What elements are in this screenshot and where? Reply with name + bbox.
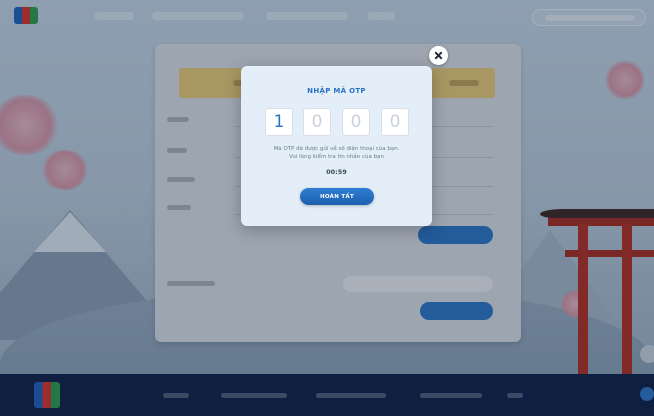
countdown-timer: 00:59 (326, 168, 347, 176)
otp-modal: NHẬP MÃ OTP 1 0 0 0 Mã OTP đã được gửi v… (241, 66, 432, 226)
otp-instructions-line: Vui lòng kiểm tra tin nhắn của bạn (289, 154, 384, 160)
otp-digit-input[interactable]: 0 (342, 108, 370, 136)
otp-digit-input[interactable]: 1 (265, 108, 293, 136)
otp-instructions: Mã OTP đã được gửi về số điện thoại của … (241, 145, 432, 161)
modal-title: NHẬP MÃ OTP (307, 87, 366, 95)
close-icon (434, 51, 443, 60)
close-button[interactable] (429, 46, 448, 65)
otp-digit-input[interactable]: 0 (381, 108, 409, 136)
otp-instructions-line: Mã OTP đã được gửi về số điện thoại của … (273, 146, 400, 152)
otp-digit-input[interactable]: 0 (303, 108, 331, 136)
confirm-button[interactable]: HOÀN TẤT (300, 188, 374, 205)
